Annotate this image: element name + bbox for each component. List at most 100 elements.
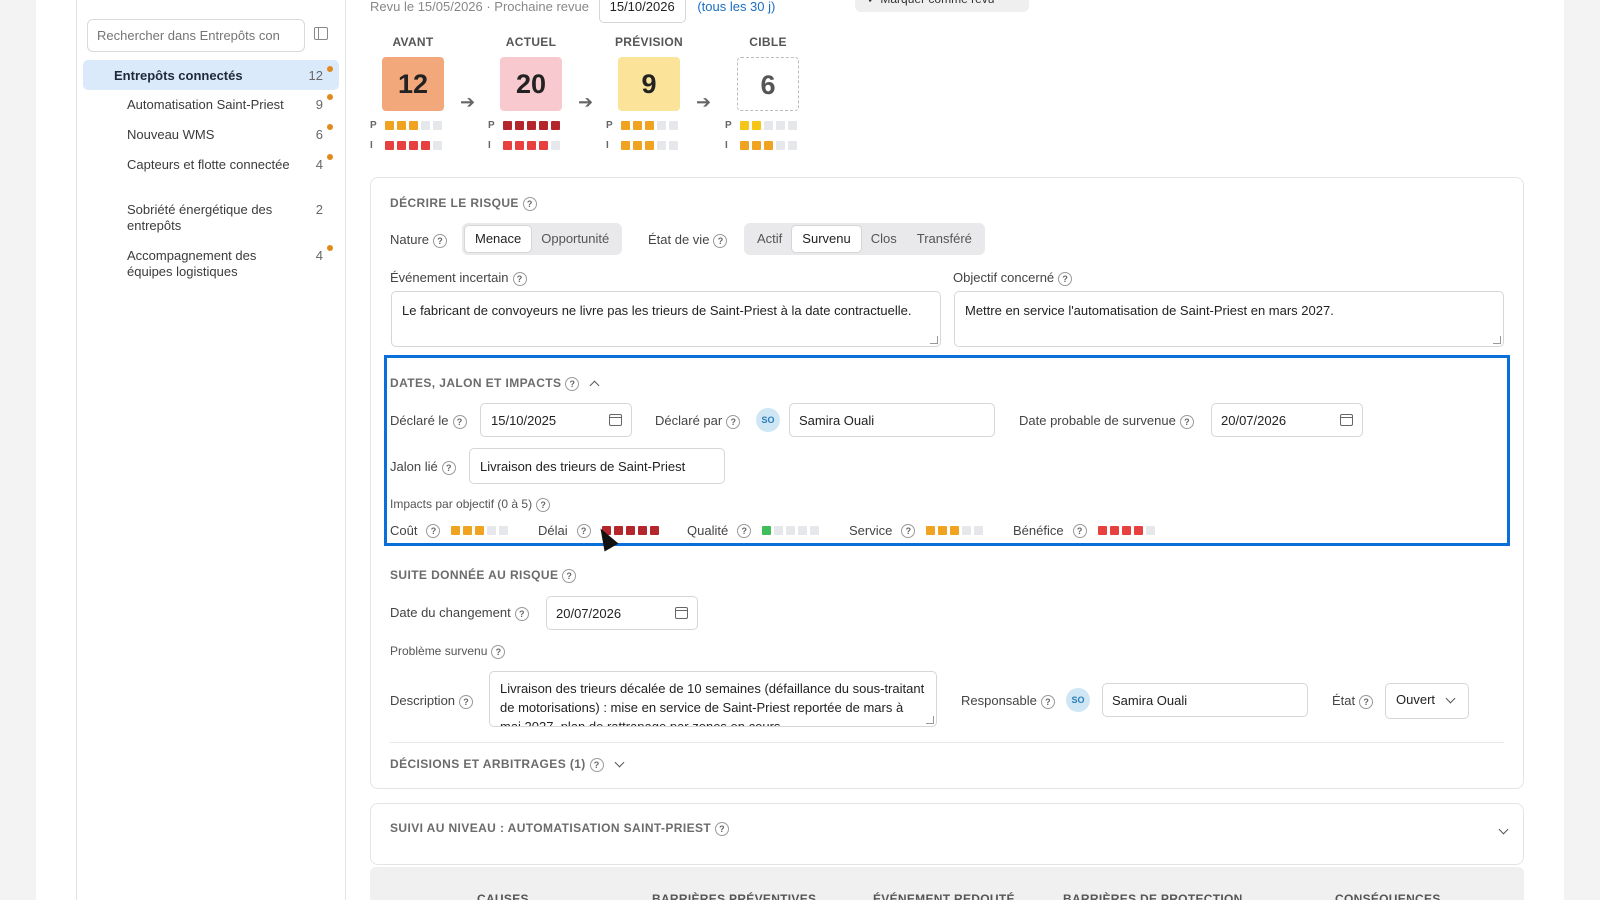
sidebar-root-label: Entrepôts connectés [114, 68, 243, 83]
description-textarea[interactable]: Livraison des trieurs décalée de 10 sema… [489, 671, 937, 727]
level-caption: ACTUEL [505, 35, 557, 49]
review-info: Revu le 15/05/2026 · Prochaine revue [370, 0, 589, 14]
nature-option-opportunite[interactable]: Opportunité [531, 226, 619, 252]
owner-label-text: Responsable [961, 693, 1037, 708]
help-icon[interactable]: ? [491, 644, 506, 659]
help-icon[interactable]: ? [522, 196, 537, 211]
meter-square [421, 140, 430, 150]
sidebar-item[interactable]: Capteurs et flotte connectée 4 [127, 154, 337, 173]
sidebar-item-count: 6 [315, 127, 323, 142]
calendar-icon[interactable] [675, 607, 688, 619]
objective-label: Objectif concerné? [953, 270, 1073, 286]
help-icon[interactable]: ? [713, 233, 728, 248]
next-review-field[interactable]: 15/10/2026 [598, 0, 686, 23]
help-icon[interactable]: ? [715, 821, 730, 836]
help-icon[interactable]: ? [459, 694, 474, 709]
sidebar-item-label: Automatisation Saint-Priest [127, 97, 284, 112]
meter-square [788, 120, 797, 130]
help-icon[interactable]: ? [433, 233, 448, 248]
level-meter-p: P [370, 119, 442, 131]
level-caption: CIBLE [749, 35, 787, 49]
sidebar: Entrepôts connectés 12 Automatisation Sa… [76, 0, 346, 900]
section-followup-title: SUITE DONNÉE AU RISQUE? [390, 568, 577, 583]
state-select[interactable]: Ouvert [1385, 683, 1469, 719]
objective-label-text: Objectif concerné [953, 270, 1055, 285]
level-meter-i: I [370, 139, 442, 151]
state-option-actif[interactable]: Actif [747, 226, 792, 252]
bowtie-column-protection: BARRIÈRES DE PROTECTION [1063, 892, 1243, 900]
avatar: SO [1066, 688, 1090, 712]
change-date-text: 20/07/2026 [556, 606, 622, 621]
section-decisions-title[interactable]: DÉCISIONS ET ARBITRAGES (1)? [390, 757, 625, 772]
mark-reviewed-button[interactable]: ✓ Marquer comme revu [855, 0, 1029, 12]
meter-square [515, 120, 524, 130]
meter-square [621, 140, 630, 150]
state-label: État de vie? [648, 232, 728, 248]
search-input[interactable] [87, 19, 305, 52]
alert-dot-icon [327, 66, 333, 72]
sidebar-item-count: 4 [315, 157, 323, 172]
objective-text: Mettre en service l'automatisation de Sa… [965, 303, 1334, 318]
event-textarea[interactable]: Le fabricant de convoyeurs ne livre pas … [391, 291, 941, 347]
help-icon[interactable]: ? [512, 271, 527, 286]
resize-handle-icon[interactable] [926, 716, 934, 724]
meter-letter: I [725, 139, 728, 151]
level-meter-i: I [606, 139, 678, 151]
level-caption: PRÉVISION [614, 35, 684, 49]
state-select-text: Ouvert [1396, 692, 1436, 707]
bowtie-column-event: ÉVÉNEMENT REDOUTÉ [873, 892, 1015, 900]
meter-square [503, 120, 512, 130]
sidebar-item[interactable]: Nouveau WMS 6 [127, 124, 337, 143]
meter-square [397, 120, 406, 130]
problem-label-text: Problème survenu [390, 644, 488, 658]
level-meter-p: P [488, 119, 560, 131]
state-option-clos[interactable]: Clos [861, 226, 907, 252]
meter-square [633, 140, 642, 150]
meter-square [539, 140, 548, 150]
meter-square [657, 120, 666, 130]
sidebar-item[interactable]: Accompagnement des équipes logistiques 4 [127, 245, 337, 280]
objective-textarea[interactable]: Mettre en service l'automatisation de Sa… [954, 291, 1504, 347]
meter-square [621, 120, 630, 130]
sidebar-item[interactable]: Automatisation Saint-Priest 9 [127, 94, 337, 113]
arrow-right-icon: ➔ [460, 92, 476, 112]
state-option-transfere[interactable]: Transféré [907, 226, 982, 252]
state-option-survenu[interactable]: Survenu [792, 226, 861, 252]
help-icon[interactable]: ? [514, 606, 529, 621]
help-icon[interactable]: ? [1040, 694, 1055, 709]
resize-handle-icon[interactable] [930, 336, 938, 344]
chevron-down-icon[interactable] [614, 757, 625, 768]
sidebar-item-label: Accompagnement des équipes logistiques [127, 248, 257, 279]
meter-square [397, 140, 406, 150]
meter-letter: P [606, 119, 613, 131]
nature-option-menace[interactable]: Menace [465, 226, 532, 252]
meter-square [503, 140, 512, 150]
owner-input[interactable]: Samira Ouali [1102, 683, 1308, 717]
sidebar-toggle-icon[interactable] [314, 27, 328, 40]
level-forecast: PRÉVISION 9 [614, 35, 684, 111]
sidebar-item-label: Sobriété énergétique des entrepôts [127, 202, 273, 233]
followup-state-label-text: État [1332, 693, 1356, 708]
sidebar-item[interactable]: Sobriété énergétique des entrepôts 2 [127, 202, 337, 234]
section-describe-title: DÉCRIRE LE RISQUE? [390, 196, 537, 211]
help-icon[interactable]: ? [562, 568, 577, 583]
sidebar-item-count: 4 [315, 248, 323, 263]
section-tracking-title: SUIVI AU NIVEAU : AUTOMATISATION SAINT-P… [390, 821, 730, 836]
meter-square [385, 120, 394, 130]
help-icon[interactable]: ? [1359, 694, 1374, 709]
meter-square [551, 140, 560, 150]
focus-highlight [384, 355, 1510, 546]
help-icon[interactable]: ? [589, 757, 604, 772]
meter-square [740, 120, 749, 130]
help-icon[interactable]: ? [1058, 271, 1073, 286]
nature-label: Nature? [390, 232, 448, 248]
meter-square [539, 120, 548, 130]
description-label-text: Description [390, 693, 456, 708]
sidebar-item-label: Capteurs et flotte connectée [127, 157, 290, 172]
resize-handle-icon[interactable] [1493, 336, 1501, 344]
section-title-text: SUIVI AU NIVEAU : AUTOMATISATION SAINT-P… [390, 821, 712, 835]
sidebar-item-root[interactable]: Entrepôts connectés 12 [83, 60, 339, 90]
change-date-input[interactable]: 20/07/2026 [546, 596, 698, 630]
meter-square [669, 140, 678, 150]
review-frequency-link[interactable]: (tous les 30 j) [697, 0, 775, 14]
